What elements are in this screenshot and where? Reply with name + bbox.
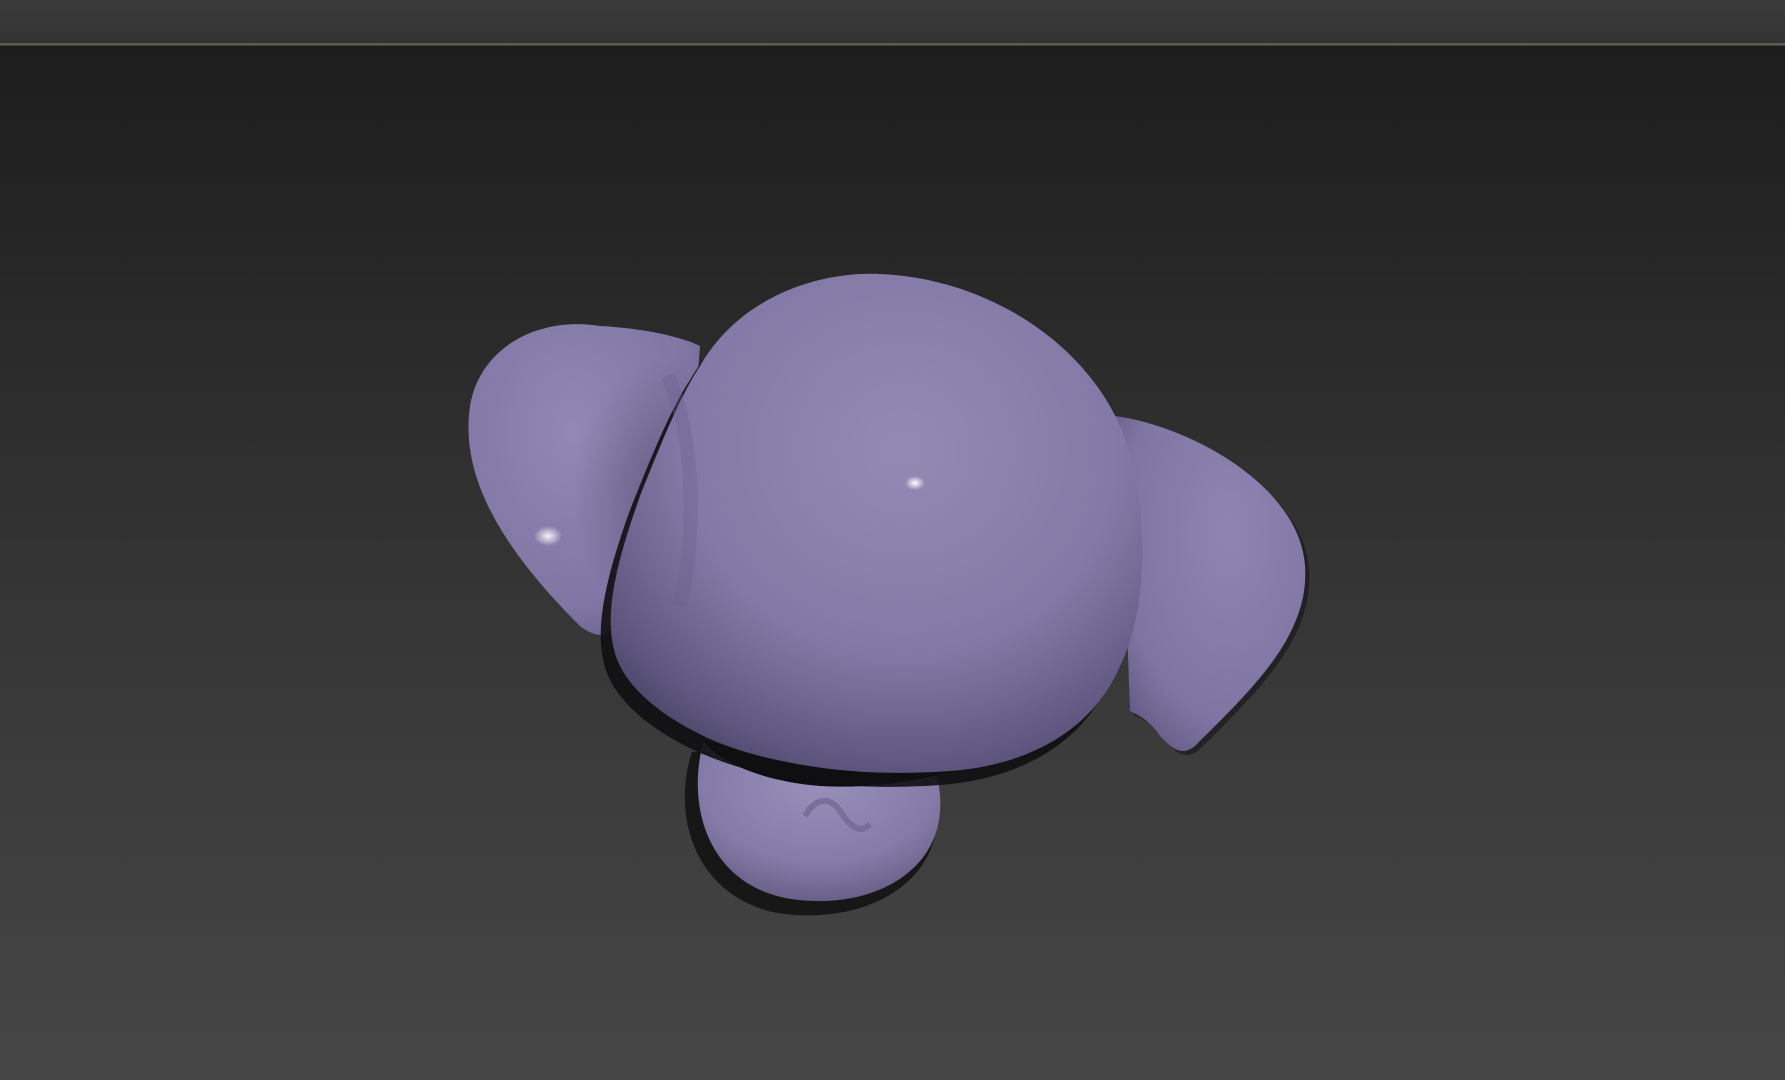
viewport-canvas[interactable] <box>0 46 1785 1080</box>
app-window <box>0 0 1785 1080</box>
elephant-right-ear[interactable] <box>1115 416 1310 756</box>
title-bar[interactable] <box>0 0 1785 43</box>
left-ear-highlight <box>534 526 562 546</box>
head-highlight <box>905 476 925 490</box>
3d-viewport[interactable] <box>0 46 1785 1080</box>
